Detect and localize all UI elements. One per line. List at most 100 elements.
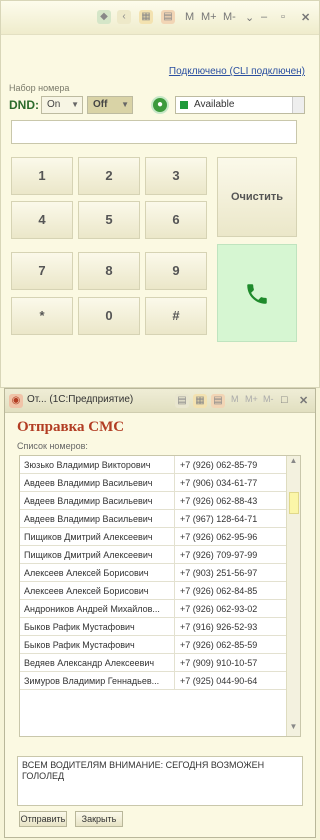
close-button[interactable]: Закрыть <box>75 811 123 827</box>
title-bar: ◆ ‹ ▦ ▤ M M+ M- ⌄ – ▫ ✕ <box>1 1 319 35</box>
calculator-icon[interactable]: ▤ <box>161 10 175 24</box>
table-row[interactable]: Зимуров Владимир Геннадьев... +7 (925) 04… <box>20 672 288 690</box>
dnd-off-label: Off <box>93 99 108 110</box>
call-button[interactable] <box>217 244 297 342</box>
contact-name: Алексеев Алексей Борисович <box>24 586 149 596</box>
chevron-down-icon: ▼ <box>71 100 79 109</box>
calendar-icon[interactable]: ▦ <box>193 394 207 408</box>
memory-subtract-button[interactable]: M- <box>263 394 274 404</box>
contacts-table[interactable]: Зюзько Владимир Викторович +7 (926) 062-8… <box>19 455 301 737</box>
memory-add-button[interactable]: M+ <box>201 11 217 23</box>
app-icon[interactable]: ◆ <box>97 10 111 24</box>
restore-icon[interactable]: ▫ <box>281 11 285 23</box>
back-icon[interactable]: ‹ <box>117 10 131 24</box>
contact-phone: +7 (906) 034-61-77 <box>180 478 258 488</box>
contact-name: Пищиков Дмитрий Алексеевич <box>24 550 153 560</box>
dnd-off-select[interactable]: Off ▼ <box>87 96 133 114</box>
clear-button[interactable]: Очистить <box>217 157 297 237</box>
contacts-scrollbar[interactable]: ▲ ▼ <box>286 456 300 736</box>
table-row[interactable]: Зюзько Владимир Викторович +7 (926) 062-8… <box>20 456 288 474</box>
contact-name: Авдеев Владимир Васильевич <box>24 514 153 524</box>
key-1[interactable]: 1 <box>11 157 73 195</box>
table-row[interactable]: Андроников Андрей Михайлов... +7 (926) 06… <box>20 600 288 618</box>
presence-color-icon <box>180 101 188 109</box>
table-row[interactable]: Алексеев Алексей Борисович +7 (926) 062-8… <box>20 582 288 600</box>
contact-phone: +7 (967) 128-64-71 <box>180 514 258 524</box>
print-icon[interactable]: ▤ <box>175 394 189 408</box>
contact-name: Быков Рафик Мустафович <box>24 622 135 632</box>
table-row[interactable]: Пищиков Дмитрий Алексеевич +7 (926) 062-9… <box>20 528 288 546</box>
table-row[interactable]: Пищиков Дмитрий Алексеевич +7 (926) 709-9… <box>20 546 288 564</box>
chevron-down-icon: ▼ <box>121 100 129 109</box>
contact-phone: +7 (903) 251-56-97 <box>180 568 258 578</box>
memory-button[interactable]: M <box>231 394 239 404</box>
contact-phone: +7 (926) 062-95-96 <box>180 532 258 542</box>
contact-phone: +7 (926) 062-93-02 <box>180 604 258 614</box>
key-3[interactable]: 3 <box>145 157 207 195</box>
chevron-down-icon[interactable]: ⌄ <box>245 11 254 24</box>
contact-phone: +7 (926) 062-88-43 <box>180 496 258 506</box>
calculator-icon[interactable]: ▤ <box>211 394 225 408</box>
close-icon[interactable]: ✕ <box>299 394 308 407</box>
key-hash[interactable]: # <box>145 297 207 335</box>
app-logo-icon: ◉ <box>9 394 23 408</box>
contact-phone: +7 (926) 062-85-79 <box>180 460 258 470</box>
send-button[interactable]: Отправить <box>19 811 67 827</box>
scroll-thumb[interactable] <box>289 492 299 514</box>
dnd-on-select[interactable]: On ▼ <box>41 96 83 114</box>
minimize-icon[interactable]: – <box>261 11 267 23</box>
key-9[interactable]: 9 <box>145 252 207 290</box>
contact-name: Быков Рафик Мустафович <box>24 640 135 650</box>
scroll-up-icon[interactable]: ▲ <box>287 456 300 470</box>
message-textarea[interactable]: Всем водителям ВНИМАНИЕ: СЕГОДНЯ ВОЗМОЖЕ… <box>17 756 303 806</box>
presence-select[interactable]: Available <box>175 96 305 114</box>
scroll-down-icon[interactable]: ▼ <box>287 722 300 736</box>
table-row[interactable]: Авдеев Владимир Васильевич +7 (967) 128-6… <box>20 510 288 528</box>
table-row[interactable]: Авдеев Владимир Васильевич +7 (926) 062-8… <box>20 492 288 510</box>
memory-subtract-button[interactable]: M- <box>223 11 236 23</box>
memory-add-button[interactable]: M+ <box>245 394 258 404</box>
presence-label: Available <box>194 99 235 110</box>
table-row[interactable]: Авдеев Владимир Васильевич +7 (906) 034-6… <box>20 474 288 492</box>
table-row[interactable]: Алексеев Алексей Борисович +7 (903) 251-5… <box>20 564 288 582</box>
key-star[interactable]: * <box>11 297 73 335</box>
contact-name: Андроников Андрей Михайлов... <box>24 604 160 614</box>
key-8[interactable]: 8 <box>78 252 140 290</box>
contact-phone: +7 (926) 709-97-99 <box>180 550 258 560</box>
connection-status-link[interactable]: Подключено (CLI подключен) <box>169 66 305 77</box>
contacts-list-label: Список номеров: <box>17 441 88 451</box>
key-5[interactable]: 5 <box>78 201 140 239</box>
dnd-row: DND: On ▼ Off ▼ ● Available <box>9 96 309 116</box>
softphone-window: ◆ ‹ ▦ ▤ M M+ M- ⌄ – ▫ ✕ Подключено (CLI … <box>0 0 320 388</box>
key-2[interactable]: 2 <box>78 157 140 195</box>
dropdown-button[interactable] <box>292 97 304 113</box>
table-row[interactable]: Ведяев Александр Алексеевич +7 (909) 910-… <box>20 654 288 672</box>
phone-icon <box>247 284 267 304</box>
contact-phone: +7 (926) 062-84-85 <box>180 586 258 596</box>
contact-phone: +7 (926) 062-85-59 <box>180 640 258 650</box>
contact-name: Ведяев Александр Алексеевич <box>24 658 155 668</box>
contact-phone: +7 (925) 044-90-64 <box>180 676 258 686</box>
contact-name: Авдеев Владимир Васильевич <box>24 478 153 488</box>
sms-window-title: От... (1С:Предприятие) <box>27 394 134 405</box>
contact-name: Пищиков Дмитрий Алексеевич <box>24 532 153 542</box>
sms-title-bar: ◉ От... (1С:Предприятие) ▤ ▦ ▤ M M+ M- □… <box>5 389 315 413</box>
contact-name: Авдеев Владимир Васильевич <box>24 496 153 506</box>
presence-status-icon[interactable]: ● <box>151 96 169 114</box>
key-0[interactable]: 0 <box>78 297 140 335</box>
calendar-icon[interactable]: ▦ <box>139 10 153 24</box>
key-4[interactable]: 4 <box>11 201 73 239</box>
phone-number-input[interactable] <box>11 120 297 144</box>
table-row[interactable]: Быков Рафик Мустафович +7 (916) 926-52-93 <box>20 618 288 636</box>
dial-section-label: Набор номера <box>9 83 70 93</box>
table-row[interactable]: Быков Рафик Мустафович +7 (926) 062-85-59 <box>20 636 288 654</box>
sms-window: ◉ От... (1С:Предприятие) ▤ ▦ ▤ M M+ M- □… <box>4 388 316 838</box>
contact-phone: +7 (909) 910-10-57 <box>180 658 258 668</box>
key-7[interactable]: 7 <box>11 252 73 290</box>
close-icon[interactable]: ✕ <box>301 11 310 24</box>
restore-icon[interactable]: □ <box>281 394 288 406</box>
key-6[interactable]: 6 <box>145 201 207 239</box>
dnd-label: DND: <box>9 98 39 112</box>
memory-button[interactable]: M <box>185 11 194 23</box>
sms-form-title: Отправка СМС <box>17 419 125 435</box>
